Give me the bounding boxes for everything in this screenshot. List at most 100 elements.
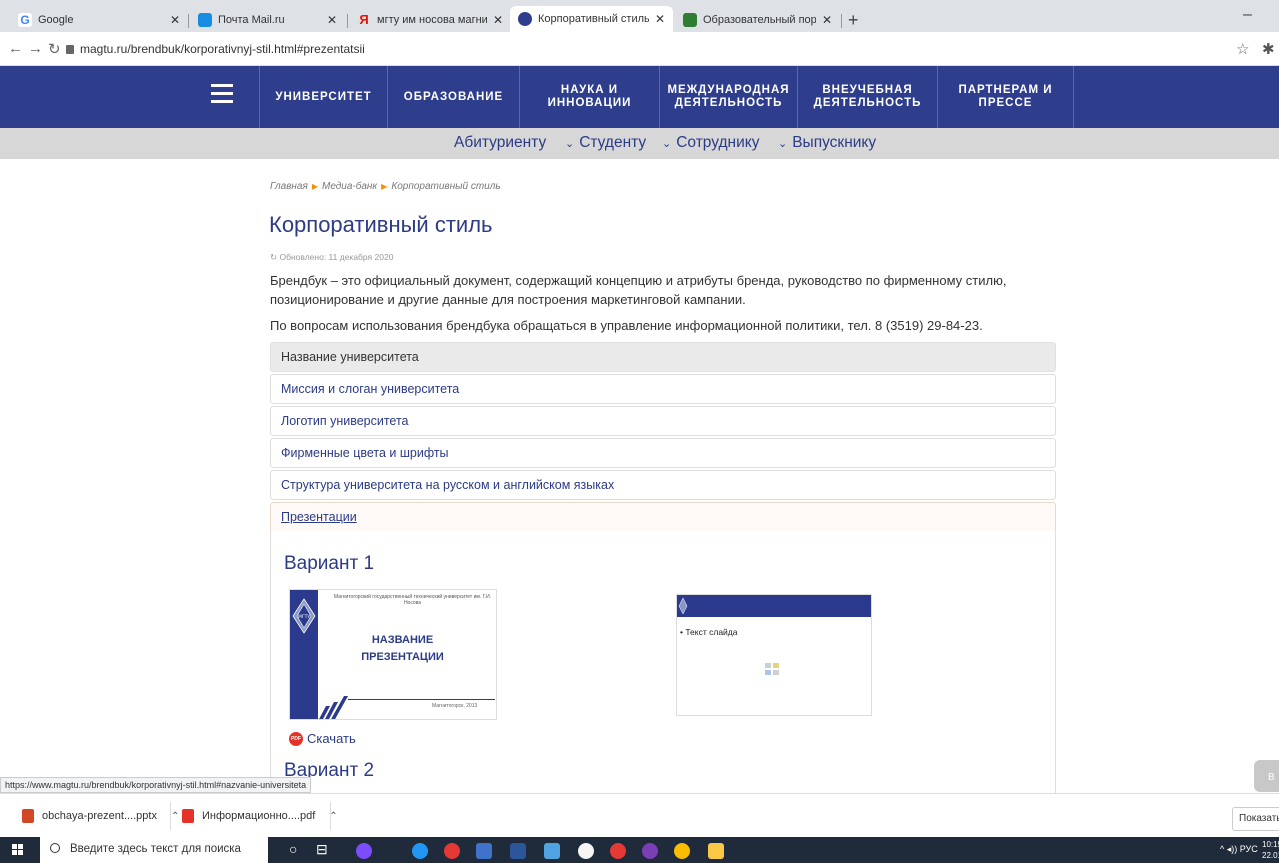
close-icon[interactable]: ✕ bbox=[170, 13, 180, 27]
breadcrumb-arrow-icon: ▶ bbox=[381, 182, 388, 191]
subnav-applicant[interactable]: Абитуриенту bbox=[454, 134, 546, 152]
nav-international[interactable]: МЕЖДУНАРОДНАЯ ДЕЯТЕЛЬНОСТЬ bbox=[660, 66, 797, 128]
volume-icon[interactable]: ◂)) bbox=[1227, 844, 1240, 854]
viber-icon[interactable] bbox=[642, 843, 658, 859]
nav-education[interactable]: ОБРАЗОВАНИЕ bbox=[388, 66, 519, 128]
app-icon[interactable] bbox=[356, 843, 372, 859]
file-explorer-icon[interactable] bbox=[708, 843, 724, 859]
download-item-pptx[interactable]: obchaya-prezent....pptx ⌃ bbox=[22, 809, 179, 823]
extensions-icon[interactable]: ✱ bbox=[1262, 40, 1275, 58]
slide-stripes-graphic bbox=[319, 696, 348, 719]
contact-paragraph: По вопросам использования брендбука обра… bbox=[270, 318, 983, 333]
site-top-nav: УНИВЕРСИТЕТ ОБРАЗОВАНИЕ НАУКА И ИННОВАЦИ… bbox=[0, 66, 1279, 128]
mail-app-icon[interactable] bbox=[544, 843, 560, 859]
close-icon[interactable]: ✕ bbox=[655, 12, 665, 26]
close-icon[interactable]: ✕ bbox=[493, 13, 503, 27]
tab-title: Google bbox=[38, 14, 74, 26]
subnav-employee[interactable]: ⌄ Сотруднику bbox=[662, 134, 759, 152]
minimize-button[interactable]: – bbox=[1243, 6, 1252, 24]
slide-title-line2: ПРЕЗЕНТАЦИИ bbox=[361, 651, 444, 663]
language-indicator[interactable]: РУС bbox=[1240, 844, 1258, 854]
yandex-browser-icon[interactable] bbox=[578, 843, 594, 859]
yandex-icon: Я bbox=[359, 12, 369, 27]
tab-title: мгту им носова магнитогорск о bbox=[377, 14, 487, 26]
system-tray: ^ ◂)) РУС bbox=[1220, 844, 1258, 855]
url-field[interactable]: magtu.ru/brendbuk/korporativnyj-stil.htm… bbox=[66, 42, 365, 56]
accordion-university-name[interactable]: Название университета bbox=[270, 342, 1056, 372]
accordion-presentations[interactable]: Презентации bbox=[270, 502, 1056, 532]
audience-nav: Абитуриенту ⌄ Студенту ⌄ Сотруднику ⌄ Выпус… bbox=[0, 128, 1279, 159]
taskbar-search-input[interactable]: Введите здесь текст для поиска bbox=[40, 837, 268, 863]
google-icon: G bbox=[18, 13, 32, 27]
subnav-graduate[interactable]: ⌄ Выпускнику bbox=[778, 134, 876, 152]
updated-text: Обновлено: 11 декабря 2020 bbox=[279, 252, 394, 262]
tab-separator bbox=[841, 14, 842, 28]
chevron-up-icon[interactable]: ⌃ bbox=[171, 811, 179, 822]
downloads-bar: obchaya-prezent....pptx ⌃ Информационно.… bbox=[0, 793, 1279, 837]
status-bar-url: https://www.magtu.ru/brendbuk/korporativ… bbox=[0, 777, 312, 793]
close-icon[interactable]: ✕ bbox=[327, 13, 337, 27]
forward-arrow-icon[interactable]: → bbox=[28, 40, 43, 57]
slide-divider-line bbox=[348, 699, 495, 700]
reload-icon[interactable]: ↻ bbox=[48, 40, 61, 58]
show-all-downloads-button[interactable]: Показать bbox=[1232, 807, 1279, 831]
cortana-icon[interactable]: ○ bbox=[289, 841, 297, 857]
address-bar: ← → ↻ magtu.ru/brendbuk/korporativnyj-st… bbox=[0, 32, 1279, 66]
taskbar-search-placeholder: Введите здесь текст для поиска bbox=[70, 843, 241, 855]
tab-mail[interactable]: Почта Mail.ru ✕ bbox=[190, 8, 345, 32]
university-logo-icon: МГТУ bbox=[292, 598, 316, 634]
clock-time: 10:15 bbox=[1262, 840, 1279, 849]
tab-yandex[interactable]: Я мгту им носова магнитогорск о ✕ bbox=[349, 8, 511, 32]
breadcrumb-home[interactable]: Главная bbox=[270, 181, 308, 192]
accordion-colors-fonts[interactable]: Фирменные цвета и шрифты bbox=[270, 438, 1056, 468]
nav-partners[interactable]: ПАРТНЕРАМ И ПРЕССЕ bbox=[938, 66, 1073, 128]
accordion-mission[interactable]: Миссия и слоган университета bbox=[270, 374, 1056, 404]
svg-text:МГТУ: МГТУ bbox=[298, 614, 310, 620]
breadcrumb-arrow-icon: ▶ bbox=[311, 182, 318, 191]
windows-taskbar: Введите здесь текст для поиска ○ ⊟ ^ ◂))… bbox=[0, 837, 1279, 863]
subnav-label: Выпускнику bbox=[792, 134, 877, 151]
windows-start-icon[interactable] bbox=[12, 844, 24, 856]
download-item-pdf[interactable]: Информационно....pdf ⌃ bbox=[182, 809, 338, 823]
scroll-side-button[interactable]: В bbox=[1254, 760, 1279, 792]
portal-icon bbox=[683, 13, 697, 27]
nav-university[interactable]: УНИВЕРСИТЕТ bbox=[260, 66, 387, 128]
breadcrumb-media-bank[interactable]: Медиа-банк bbox=[322, 181, 377, 192]
yandex-app-icon[interactable] bbox=[610, 843, 626, 859]
tab-corporate-style[interactable]: Корпоративный стиль - ФГБОУ ✕ bbox=[510, 6, 673, 32]
close-icon[interactable]: ✕ bbox=[822, 13, 832, 27]
download-label: Скачать bbox=[307, 731, 356, 746]
pdf-icon: PDF bbox=[289, 731, 303, 746]
accordion-structure[interactable]: Структура университета на русском и англ… bbox=[270, 470, 1056, 500]
breadcrumb: Главная ▶ Медиа-банк ▶ Корпоративный стиль bbox=[270, 181, 501, 192]
edge-icon[interactable] bbox=[412, 843, 428, 859]
new-tab-button[interactable]: + bbox=[848, 10, 859, 31]
slide-bullet-label: Текст слайда bbox=[685, 627, 738, 637]
slide-content-thumbnail[interactable]: • Текст слайда bbox=[676, 594, 872, 716]
task-view-icon[interactable]: ⊟ bbox=[316, 841, 328, 858]
opera-icon[interactable] bbox=[444, 843, 460, 859]
chrome-icon[interactable] bbox=[674, 843, 690, 859]
bookmark-star-icon[interactable]: ☆ bbox=[1236, 40, 1249, 58]
tab-google[interactable]: G Google ✕ bbox=[10, 8, 188, 32]
accordion-logo[interactable]: Логотип университета bbox=[270, 406, 1056, 436]
slide-title-line1: НАЗВАНИЕ bbox=[371, 634, 434, 646]
search-icon bbox=[50, 843, 60, 853]
slide-institution-text: Магнитогорский государственный техническ… bbox=[333, 594, 492, 606]
subnav-student[interactable]: ⌄ Студенту bbox=[565, 134, 646, 152]
hamburger-menu-icon[interactable] bbox=[211, 84, 233, 106]
back-arrow-icon[interactable]: ← bbox=[8, 40, 23, 57]
word-icon[interactable] bbox=[510, 843, 526, 859]
slide-city-year: Магнитогорск, 2013 bbox=[432, 703, 478, 709]
nav-extracurricular[interactable]: ВНЕУЧЕБНАЯ ДЕЯТЕЛЬНОСТЬ bbox=[798, 66, 937, 128]
slide-title-thumbnail[interactable]: МГТУ Магнитогорский государственный техн… bbox=[289, 589, 497, 720]
download-link[interactable]: PDF Скачать bbox=[289, 731, 356, 746]
content-placeholder-icon bbox=[765, 663, 779, 675]
pdf-file-icon bbox=[182, 809, 194, 823]
tray-chevron-icon[interactable]: ^ bbox=[1220, 844, 1227, 854]
nav-science[interactable]: НАУКА И ИННОВАЦИИ bbox=[520, 66, 659, 128]
store-icon[interactable] bbox=[476, 843, 492, 859]
powerpoint-file-icon bbox=[22, 809, 34, 823]
clock[interactable]: 10:15 22.01.21 bbox=[1262, 839, 1279, 861]
tab-portal[interactable]: Образовательный портал ФГБС ✕ bbox=[675, 8, 840, 32]
